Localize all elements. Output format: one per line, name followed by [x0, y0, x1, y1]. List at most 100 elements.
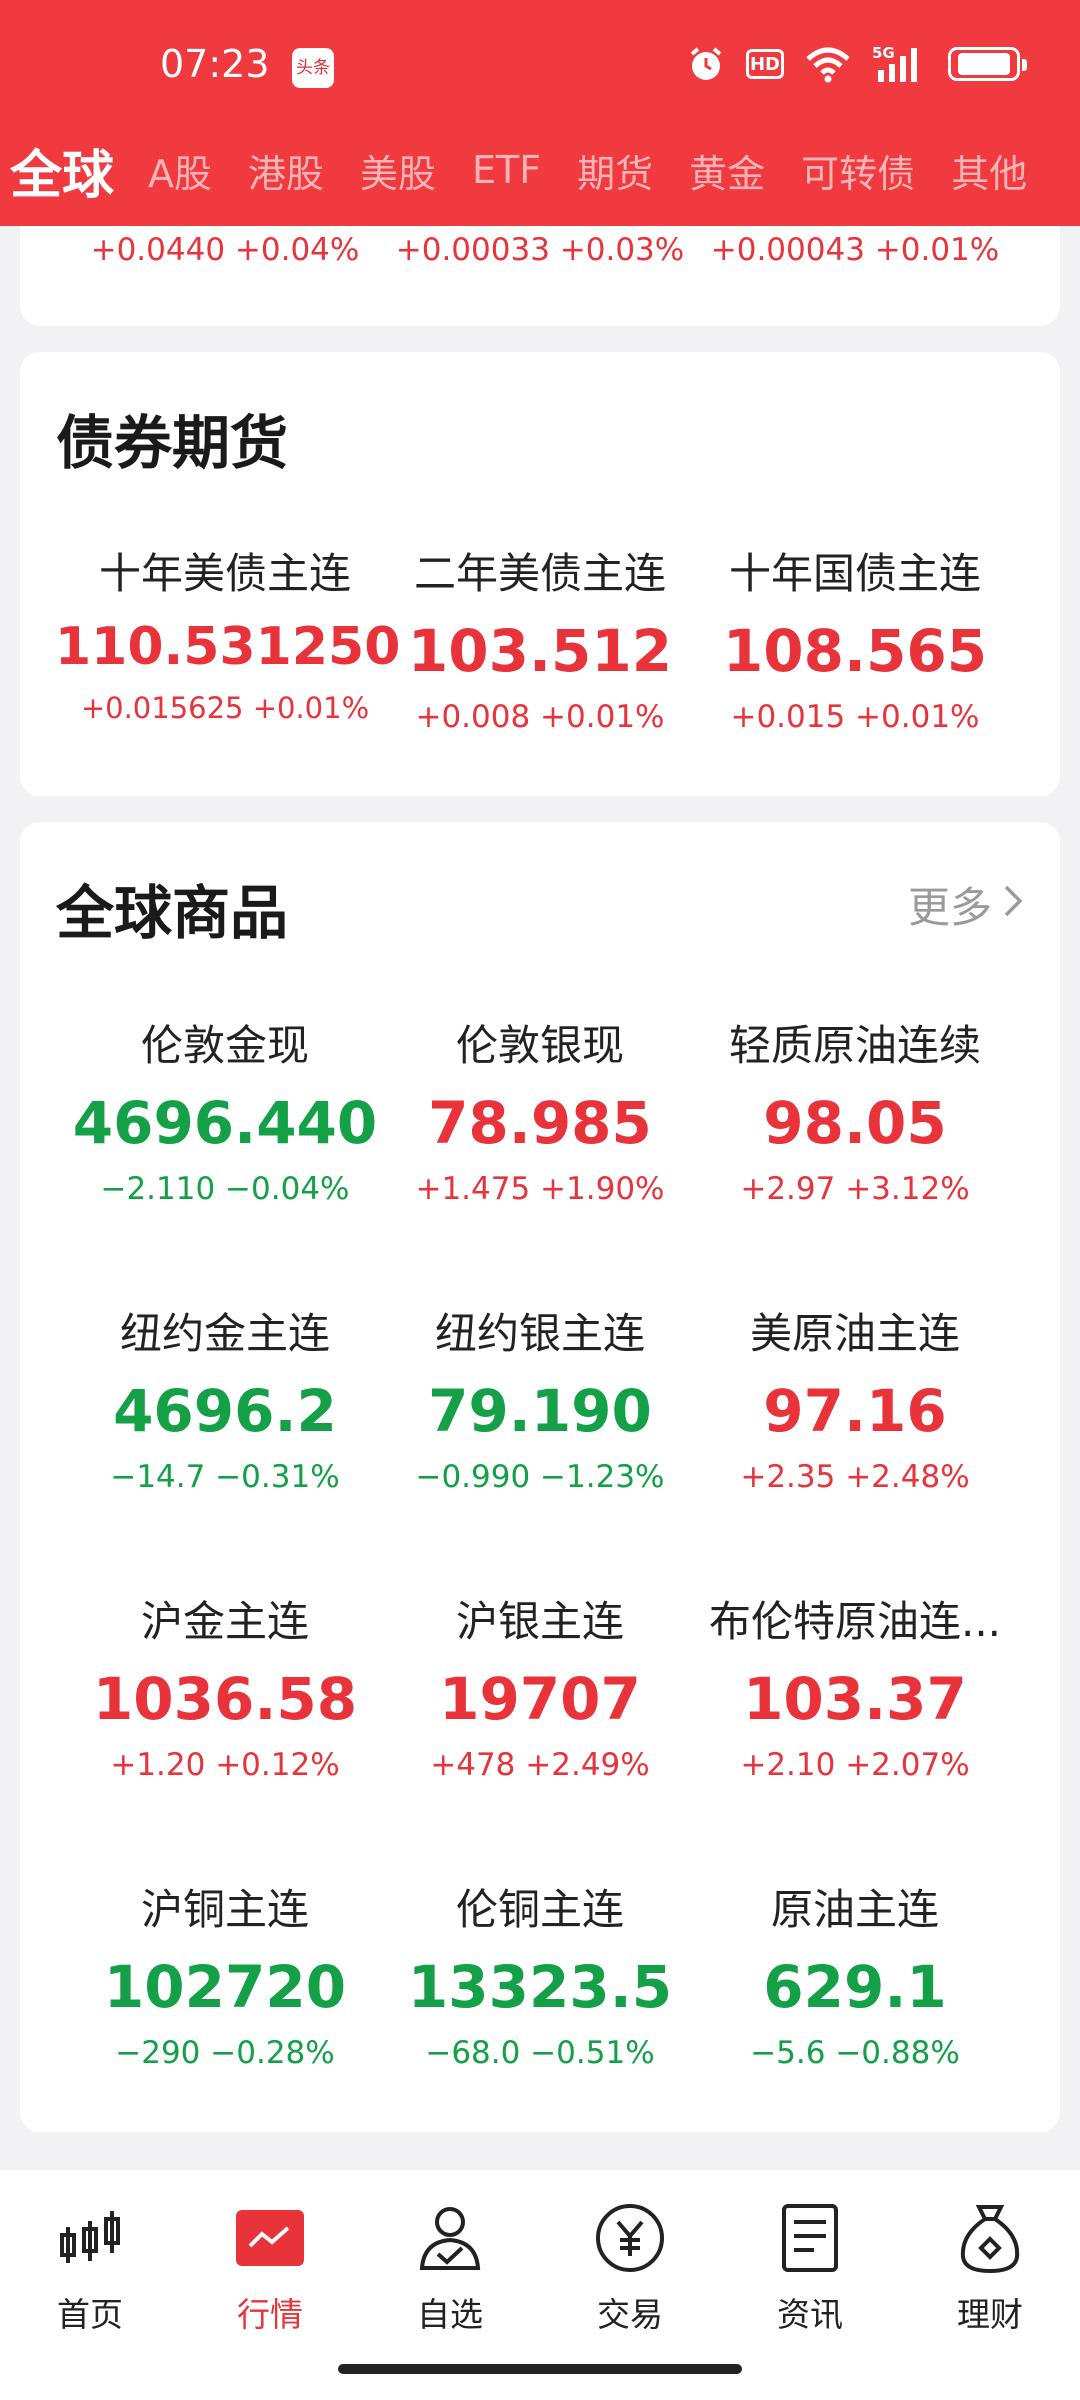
battery-icon: [948, 47, 1027, 81]
quote-change: −2.110 −0.04%: [100, 1171, 350, 1207]
quote-change: +478 +2.49%: [430, 1747, 650, 1783]
quote-change: −68.0 −0.51%: [425, 2035, 655, 2071]
quote-price: 4696.2: [113, 1377, 337, 1445]
quote-name: 布伦特原油连...: [708, 1597, 1002, 1646]
quote-item[interactable]: 伦铜主连 13323.5 −68.0 −0.51%: [370, 1876, 710, 2071]
quote-name: 沪银主连: [455, 1597, 624, 1646]
quote-price: 13323.5: [407, 1953, 673, 2021]
user-check-icon: [360, 2198, 540, 2278]
money-bag-icon: [900, 2198, 1080, 2278]
quote-item[interactable]: 伦敦金现 4696.440 −2.110 −0.04%: [55, 1012, 395, 1207]
quote-change: −0.990 −1.23%: [415, 1459, 665, 1495]
tab-us-stocks[interactable]: 美股: [360, 143, 436, 198]
nav-market[interactable]: 行情: [180, 2198, 360, 2336]
quote-item[interactable]: 轻质原油连续 98.05 +2.97 +3.12%: [685, 1012, 1025, 1207]
quote-name: 原油主连: [770, 1885, 939, 1934]
app-notification-icon: 头条: [292, 48, 334, 88]
quote-price: 629.1: [763, 1953, 947, 2021]
quote-price: 103.512: [407, 617, 673, 685]
section-title: 债券期货: [56, 409, 289, 477]
tab-convertible-bonds[interactable]: 可转债: [801, 143, 915, 198]
quote-price: 110.531250: [55, 617, 401, 677]
quote-change: −290 −0.28%: [115, 2035, 335, 2071]
alarm-icon: [686, 44, 726, 84]
quote-name: 伦敦金现: [140, 1021, 309, 1070]
quote-price: 79.190: [428, 1377, 652, 1445]
quote-name: 纽约金主连: [119, 1309, 330, 1358]
chevron-right-icon: [1002, 880, 1024, 929]
tab-global[interactable]: 全球: [10, 133, 114, 208]
yen-circle-icon: [540, 2198, 720, 2278]
tab-futures[interactable]: 期货: [577, 143, 653, 198]
quote-change: +2.10 +2.07%: [740, 1747, 970, 1783]
quote-price: 108.565: [722, 617, 988, 685]
quote-item[interactable]: 沪铜主连 102720 −290 −0.28%: [55, 1876, 395, 2071]
tab-gold[interactable]: 黄金: [689, 143, 765, 198]
tab-etf[interactable]: ETF: [472, 148, 541, 192]
wifi-icon: [804, 45, 852, 83]
quote-price: 78.985: [428, 1089, 652, 1157]
nav-label: 理财: [957, 2295, 1023, 2334]
quote-price: 4696.440: [72, 1089, 378, 1157]
nav-wealth[interactable]: 理财: [900, 2198, 1080, 2336]
quote-price: 19707: [439, 1665, 641, 1733]
quote-name: 十年国债主连: [728, 549, 981, 598]
quote-change: +0.015625 +0.01%: [80, 691, 370, 725]
market-tabs: 全球 A股 港股 美股 ETF 期货 黄金 可转债 其他: [0, 130, 1080, 210]
quote-item[interactable]: 沪金主连 1036.58 +1.20 +0.12%: [55, 1588, 395, 1783]
nav-home[interactable]: 首页: [0, 2198, 180, 2336]
quote-change: +1.20 +0.12%: [110, 1747, 340, 1783]
section-title: 全球商品: [56, 879, 289, 947]
svg-text:5G: 5G: [872, 44, 895, 62]
partial-card: +0.0440 +0.04% +0.00033 +0.03% +0.00043 …: [20, 226, 1060, 326]
quote-change: −14.7 −0.31%: [110, 1459, 340, 1495]
tab-a-shares[interactable]: A股: [148, 143, 212, 198]
quote-item[interactable]: 纽约银主连 79.190 −0.990 −1.23%: [370, 1300, 710, 1495]
quote-change: +0.00043 +0.01%: [710, 232, 1000, 268]
quote-change: +1.475 +1.90%: [415, 1171, 665, 1207]
quote-change: +2.97 +3.12%: [740, 1171, 970, 1207]
quote-item[interactable]: 原油主连 629.1 −5.6 −0.88%: [685, 1876, 1025, 2071]
quote-name: 十年美债主连: [98, 549, 351, 598]
nav-label: 自选: [417, 2295, 483, 2334]
market-chart-icon: [180, 2198, 360, 2278]
tab-other[interactable]: 其他: [951, 143, 1027, 198]
quote-name: 沪铜主连: [140, 1885, 309, 1934]
quote-item[interactable]: 沪银主连 19707 +478 +2.49%: [370, 1588, 710, 1783]
quote-item[interactable]: 布伦特原油连... 103.37 +2.10 +2.07%: [685, 1588, 1025, 1783]
candlestick-icon: [0, 2198, 180, 2278]
more-link[interactable]: 更多: [908, 874, 1024, 935]
quote-item[interactable]: 二年美债主连 103.512 +0.008 +0.01%: [370, 540, 710, 735]
header-bar: 07:23 头条 HD 5G 全球 A股 港股 美股 ETF 期货 黄金 可转债…: [0, 0, 1080, 226]
nav-watchlist[interactable]: 自选: [360, 2198, 540, 2336]
quote-price: 102720: [103, 1953, 347, 2021]
quote-item[interactable]: 十年国债主连 108.565 +0.015 +0.01%: [685, 540, 1025, 735]
quote-name: 伦敦银现: [455, 1021, 624, 1070]
quote-name: 伦铜主连: [455, 1885, 624, 1934]
home-indicator[interactable]: [338, 2364, 742, 2374]
nav-trade[interactable]: 交易: [540, 2198, 720, 2336]
quote-name: 轻质原油连续: [728, 1021, 981, 1070]
quote-price: 103.37: [743, 1665, 967, 1733]
document-icon: [720, 2198, 900, 2278]
quote-item[interactable]: 十年美债主连 110.531250 +0.015625 +0.01%: [55, 540, 401, 725]
nav-news[interactable]: 资讯: [720, 2198, 900, 2336]
quote-item[interactable]: 纽约金主连 4696.2 −14.7 −0.31%: [55, 1300, 395, 1495]
more-label: 更多: [907, 883, 992, 932]
nav-label: 行情: [237, 2295, 303, 2334]
hd-icon: HD: [746, 49, 784, 79]
signal-5g-icon: 5G: [872, 44, 928, 84]
nav-label: 交易: [597, 2295, 663, 2334]
quote-price: 98.05: [763, 1089, 947, 1157]
quote-name: 二年美债主连: [413, 549, 666, 598]
tab-hk-stocks[interactable]: 港股: [248, 143, 324, 198]
quote-item[interactable]: 美原油主连 97.16 +2.35 +2.48%: [685, 1300, 1025, 1495]
quote-name: 美原油主连: [749, 1309, 960, 1358]
quote-name: 纽约银主连: [434, 1309, 645, 1358]
bond-futures-card: 债券期货 十年美债主连 110.531250 +0.015625 +0.01% …: [20, 352, 1060, 796]
quote-item[interactable]: 伦敦银现 78.985 +1.475 +1.90%: [370, 1012, 710, 1207]
quote-change: +0.00033 +0.03%: [395, 232, 685, 268]
quote-change: +2.35 +2.48%: [740, 1459, 970, 1495]
quote-change: +0.008 +0.01%: [415, 699, 665, 735]
status-time: 07:23: [160, 42, 270, 86]
